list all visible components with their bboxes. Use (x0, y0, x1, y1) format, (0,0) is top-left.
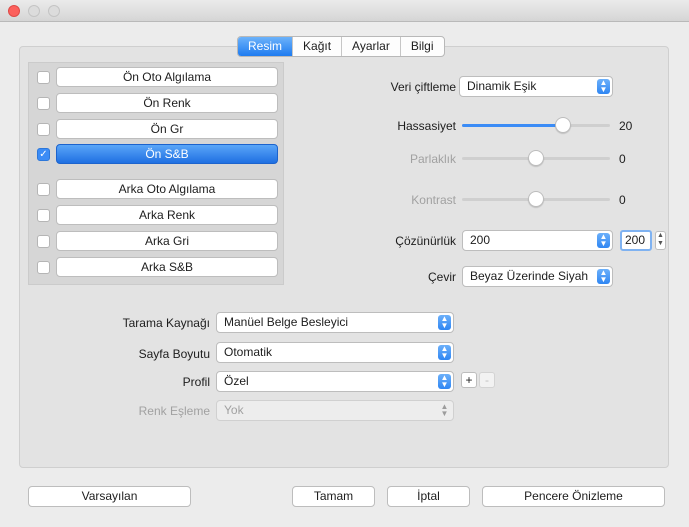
list-item: Arka S&B (37, 257, 278, 277)
list-item: ✓ Ön S&B (37, 144, 278, 164)
side-checkbox-back-color[interactable] (37, 209, 50, 222)
sayfa-boyutu-label: Sayfa Boyutu (138, 347, 210, 361)
title-bar (0, 0, 689, 22)
chevron-updown-icon: ▲ ▼ (597, 79, 610, 94)
sayfa-boyutu-value: Otomatik (224, 345, 273, 359)
chevron-updown-icon: ▲ ▼ (440, 402, 449, 418)
list-item: Ön Renk (37, 93, 278, 113)
kontrast-slider (462, 191, 610, 207)
cozunurluk-input[interactable]: 200 (620, 230, 652, 251)
tab-ayarlar[interactable]: Ayarlar (342, 37, 401, 56)
chevron-updown-icon: ▲ ▼ (597, 269, 610, 284)
side-button-front-bw[interactable]: Ön S&B (56, 144, 278, 164)
slider-knob[interactable] (554, 117, 571, 133)
kontrast-label: Kontrast (411, 193, 456, 207)
cevir-value: Beyaz Üzerinde Siyah (470, 269, 589, 283)
preview-window-button[interactable]: Pencere Önizleme (482, 486, 665, 507)
hassasiyet-label: Hassasiyet (397, 119, 456, 133)
tab-bilgi[interactable]: Bilgi (401, 37, 444, 56)
remove-profile-button: - (479, 372, 495, 388)
tab-bar: Resim Kağıt Ayarlar Bilgi (237, 36, 445, 57)
side-checkbox-front-bw[interactable]: ✓ (37, 148, 50, 161)
add-profile-button[interactable]: + (461, 372, 477, 388)
cozunurluk-label: Çözünürlük (395, 234, 456, 248)
profil-label: Profil (182, 375, 210, 389)
parlaklik-label: Parlaklık (409, 152, 456, 166)
tarama-kaynagi-value: Manüel Belge Besleyici (224, 315, 349, 329)
profil-value: Özel (224, 374, 249, 388)
side-button-front-gray[interactable]: Ön Gr (56, 119, 278, 139)
cozunurluk-stepper[interactable]: ▲ ▼ (655, 231, 666, 250)
profil-select[interactable]: Özel ▲ ▼ (216, 371, 454, 392)
side-checkbox-back-gray[interactable] (37, 235, 50, 248)
slider-knob (528, 191, 544, 207)
scanner-settings-window: Resim Kağıt Ayarlar Bilgi Ön Oto Algılam… (0, 0, 689, 527)
cozunurluk-value: 200 (470, 233, 491, 247)
side-button-front-auto[interactable]: Ön Oto Algılama (56, 67, 278, 87)
chevron-updown-icon: ▲ ▼ (438, 315, 451, 330)
cevir-label: Çevir (427, 270, 456, 284)
parlaklik-value: 0 (619, 152, 626, 166)
chevron-updown-icon: ▲ ▼ (438, 345, 451, 360)
tab-kagit[interactable]: Kağıt (293, 37, 343, 56)
veri-ciftleme-select[interactable]: Dinamik Eşik ▲ ▼ (459, 76, 613, 97)
cancel-button[interactable]: İptal (387, 486, 470, 507)
tab-resim[interactable]: Resim (238, 37, 294, 56)
renk-esleme-select: Yok ▲ ▼ (216, 400, 454, 421)
side-checkbox-back-auto[interactable] (37, 183, 50, 196)
tarama-kaynagi-select[interactable]: Manüel Belge Besleyici ▲ ▼ (216, 312, 454, 333)
list-item: Arka Oto Algılama (37, 179, 278, 199)
slider-knob (528, 150, 544, 166)
side-checkbox-front-color[interactable] (37, 97, 50, 110)
hassasiyet-slider[interactable] (462, 117, 610, 133)
renk-esleme-label: Renk Eşleme (138, 404, 210, 418)
cevir-select[interactable]: Beyaz Üzerinde Siyah ▲ ▼ (462, 266, 613, 287)
list-item: Ön Gr (37, 119, 278, 139)
kontrast-value: 0 (619, 193, 626, 207)
side-checkbox-front-gray[interactable] (37, 123, 50, 136)
ok-button[interactable]: Tamam (292, 486, 375, 507)
scan-side-list: Ön Oto Algılama Ön Renk Ön Gr ✓ Ön S&B A… (28, 62, 284, 285)
tarama-kaynagi-label: Tarama Kaynağı (122, 316, 210, 330)
sayfa-boyutu-select[interactable]: Otomatik ▲ ▼ (216, 342, 454, 363)
slider-fill (462, 124, 563, 127)
veri-ciftleme-value: Dinamik Eşik (467, 79, 537, 93)
hassasiyet-value: 20 (619, 119, 633, 133)
side-button-front-color[interactable]: Ön Renk (56, 93, 278, 113)
parlaklik-slider (462, 150, 610, 166)
cozunurluk-select[interactable]: 200 ▲ ▼ (462, 230, 613, 251)
close-window-button[interactable] (8, 5, 20, 17)
list-item: Arka Gri (37, 231, 278, 251)
defaults-button[interactable]: Varsayılan (28, 486, 191, 507)
list-item: Ön Oto Algılama (37, 67, 278, 87)
veri-ciftleme-label: Veri çiftleme (390, 80, 456, 94)
chevron-updown-icon: ▲ ▼ (597, 233, 610, 248)
minimize-window-button[interactable] (28, 5, 40, 17)
side-button-back-auto[interactable]: Arka Oto Algılama (56, 179, 278, 199)
side-checkbox-front-auto[interactable] (37, 71, 50, 84)
chevron-updown-icon: ▲ ▼ (438, 374, 451, 389)
list-item: Arka Renk (37, 205, 278, 225)
side-button-back-gray[interactable]: Arka Gri (56, 231, 278, 251)
renk-esleme-value: Yok (224, 403, 244, 417)
checkmark-icon: ✓ (39, 149, 48, 160)
side-checkbox-back-bw[interactable] (37, 261, 50, 274)
zoom-window-button[interactable] (48, 5, 60, 17)
side-button-back-color[interactable]: Arka Renk (56, 205, 278, 225)
side-button-back-bw[interactable]: Arka S&B (56, 257, 278, 277)
